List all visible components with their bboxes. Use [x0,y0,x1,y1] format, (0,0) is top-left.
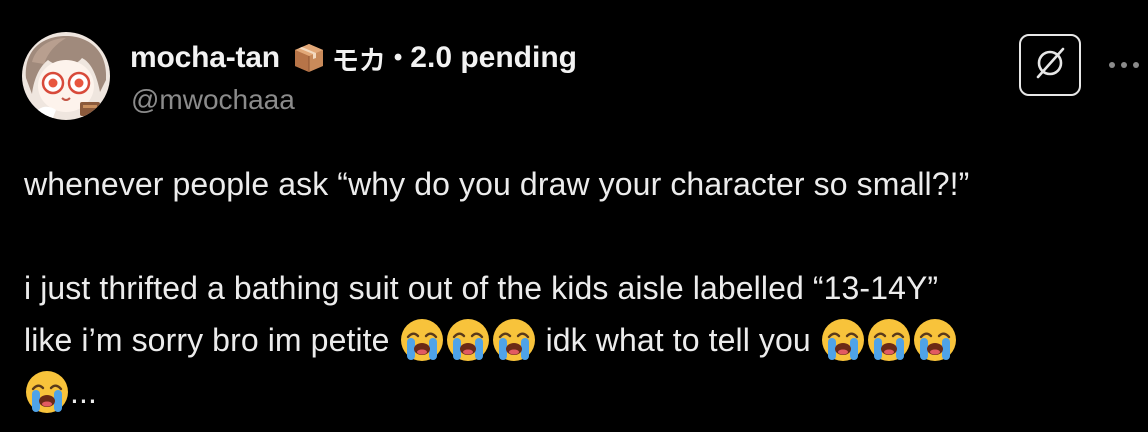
grok-button[interactable] [1019,34,1081,96]
post-line: ... [24,366,1139,418]
crying-emoji-group [820,314,958,366]
loudly-crying-face-icon [446,319,489,361]
post-text: whenever people ask “why do you draw you… [24,158,1139,418]
post-line: i just thrifted a bathing suit out of th… [24,270,939,306]
loudly-crying-face-icon [913,319,956,361]
ellipsis-text: ... [70,374,97,410]
display-name[interactable]: mocha-tan [130,41,280,75]
post-card: mocha-tan モカ • 2.0 pending @mwochaaa whe… [0,0,1148,432]
loudly-crying-face-icon [26,371,68,413]
username-handle[interactable]: @mwochaaa [131,84,295,116]
status-text: 2.0 pending [410,41,577,74]
loudly-crying-face-icon [492,319,535,361]
post-text-segment: like i’m sorry bro im petite [24,322,390,358]
loudly-crying-face-icon [821,319,864,361]
more-dots-icon [1107,54,1141,73]
post-text-segment: idk what to tell you [545,322,811,358]
crying-emoji-group [399,314,537,366]
avatar[interactable] [22,32,110,120]
post-line: like i’m sorry bro im petite idk what to… [24,314,1139,366]
loudly-crying-face-icon [400,319,443,361]
more-options-button[interactable] [1104,48,1144,78]
package-box-icon [292,41,326,75]
separator-dot: • [393,44,403,71]
author-name-row[interactable]: mocha-tan モカ • 2.0 pending [130,38,577,78]
grok-slash-circle-icon [1032,45,1068,85]
loudly-crying-face-icon [867,319,910,361]
kana-name: モカ [331,45,386,77]
post-line: whenever people ask “why do you draw you… [24,166,970,202]
